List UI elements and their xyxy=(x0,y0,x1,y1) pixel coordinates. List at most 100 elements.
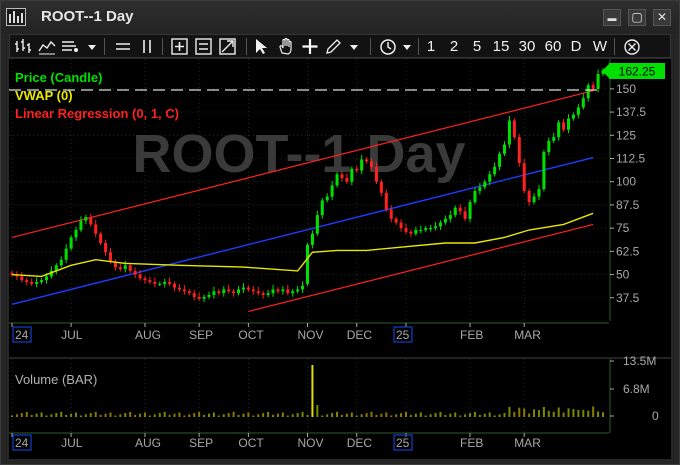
interval-60-button[interactable]: 60 xyxy=(542,37,564,56)
price-candle-body xyxy=(202,296,206,299)
volume-bar xyxy=(276,413,279,417)
volume-bar xyxy=(257,414,260,417)
close-button[interactable]: ✕ xyxy=(653,9,671,26)
minimize-button[interactable]: ▬ xyxy=(603,9,621,26)
toolbar-divider xyxy=(104,38,105,55)
price-candle-body xyxy=(350,168,354,182)
volume-bar xyxy=(114,415,117,417)
chart-area[interactable]: ROOT--1 Day Price (Candle) VWAP (0) Line… xyxy=(9,59,671,459)
chart-canvas[interactable]: ROOT--1 Day Price (Candle) VWAP (0) Line… xyxy=(9,59,671,459)
price-tick-label: 62.5 xyxy=(616,244,640,258)
interval-1-button[interactable]: 1 xyxy=(423,37,439,56)
maximize-button[interactable]: ▢ xyxy=(628,9,646,26)
price-candle-body xyxy=(335,174,339,186)
price-candle-body xyxy=(502,144,507,154)
price-candle-body xyxy=(414,230,418,234)
price-candle-body xyxy=(25,280,29,282)
toolbar-divider xyxy=(246,38,247,55)
volume-bar xyxy=(267,411,270,417)
price-candle-body xyxy=(493,166,497,175)
date-axis-volume-label: AUG xyxy=(135,436,161,450)
draw-dropdown-icon[interactable] xyxy=(347,37,361,56)
price-candle-body xyxy=(453,207,457,216)
style-dropdown-icon[interactable] xyxy=(85,37,99,56)
draw-pencil-icon[interactable] xyxy=(324,37,342,56)
crosshair-icon[interactable] xyxy=(301,37,319,56)
interval-15-button[interactable]: 15 xyxy=(490,37,512,56)
price-candle-body xyxy=(197,296,201,299)
price-candle-body xyxy=(596,74,600,89)
price-axis[interactable]: 150 137.5 125 112.5 100 87.5 75 62.5 50 37.5 xyxy=(610,82,646,305)
volume-pane[interactable] xyxy=(9,359,609,433)
cancel-circle-icon[interactable] xyxy=(622,37,642,56)
minimize-icon: ▬ xyxy=(607,13,617,23)
price-candle-body xyxy=(212,291,216,295)
legend-vwap[interactable]: VWAP (0) xyxy=(15,88,73,103)
zoom-fit-icon[interactable] xyxy=(218,37,238,56)
price-candle-body xyxy=(374,166,378,182)
price-candle-body xyxy=(591,85,595,89)
interval-5-button[interactable]: 5 xyxy=(469,37,485,56)
volume-bar xyxy=(557,407,560,417)
interval-clock-icon[interactable] xyxy=(378,37,398,56)
interval-dropdown-icon[interactable] xyxy=(400,37,414,56)
price-candle-body xyxy=(207,295,211,297)
price-tick-label: 75 xyxy=(616,221,630,235)
price-candle-body xyxy=(276,289,280,292)
volume-bar xyxy=(469,413,472,417)
volume-bar xyxy=(252,415,255,417)
price-candle-body xyxy=(128,265,132,271)
volume-bar xyxy=(405,411,407,417)
date-axis-price-label: SEP xyxy=(189,328,213,342)
price-candle-body xyxy=(251,289,255,292)
volume-bar xyxy=(326,414,329,417)
price-candle-body xyxy=(281,289,285,292)
window-title: ROOT--1 Day xyxy=(41,8,134,25)
zoom-in-icon[interactable] xyxy=(170,37,190,56)
title-bar[interactable]: ROOT--1 Day ▬ ▢ ✕ xyxy=(1,1,679,33)
legend-linear-regression[interactable]: Linear Regression (0, 1, C) xyxy=(15,106,179,121)
price-tick-label: 137.5 xyxy=(616,105,646,119)
date-axis-price[interactable]: 24 JUL AUG SEP OCT NOV DEC 25 FEB MAR xyxy=(9,322,609,343)
price-candle-body xyxy=(429,228,433,230)
price-candle-body xyxy=(104,243,108,253)
volume-bar xyxy=(124,413,127,417)
chart-app-icon xyxy=(6,8,26,26)
interval-daily-button[interactable]: D xyxy=(568,37,584,56)
pointer-cursor-icon[interactable] xyxy=(252,37,270,56)
volume-bar xyxy=(424,415,427,417)
symbol-watermark: ROOT--1 Day xyxy=(132,124,465,184)
volume-bar xyxy=(311,365,314,417)
indicator-list-icon[interactable] xyxy=(60,37,80,56)
vertical-layout-icon[interactable] xyxy=(138,37,156,56)
price-candle-body xyxy=(118,267,122,269)
volume-bar xyxy=(331,413,334,417)
pan-hand-icon[interactable] xyxy=(276,37,296,56)
price-candle-body xyxy=(478,187,482,191)
line-style-icon[interactable] xyxy=(37,37,57,56)
interval-2-button[interactable]: 2 xyxy=(446,37,462,56)
volume-axis[interactable]: 13.5M 6.8M0 xyxy=(610,354,659,423)
horizontal-layout-icon[interactable] xyxy=(114,37,132,56)
volume-bar xyxy=(75,412,78,417)
toolbar-divider xyxy=(418,38,419,55)
volume-bar xyxy=(242,413,245,417)
volume-bar xyxy=(316,405,319,417)
interval-weekly-button[interactable]: W xyxy=(591,37,609,56)
bar-style-icon[interactable] xyxy=(14,37,34,56)
price-candle-body xyxy=(153,282,157,284)
volume-bar xyxy=(25,411,28,417)
volume-bar xyxy=(321,415,324,417)
price-candle-body xyxy=(394,218,398,223)
zoom-out-icon[interactable] xyxy=(194,37,214,56)
price-candle-body xyxy=(473,191,477,203)
volume-bar xyxy=(380,413,383,417)
volume-bar xyxy=(587,410,590,417)
legend-volume[interactable]: Volume (BAR) xyxy=(15,372,97,387)
interval-30-button[interactable]: 30 xyxy=(516,37,538,56)
date-axis-volume[interactable]: 24 JUL AUG SEP OCT NOV DEC 25 FEB MAR xyxy=(9,432,609,451)
price-candle-body xyxy=(576,107,580,115)
legend-price[interactable]: Price (Candle) xyxy=(15,70,102,85)
price-candle-body xyxy=(192,293,196,297)
price-candle-body xyxy=(227,289,231,292)
